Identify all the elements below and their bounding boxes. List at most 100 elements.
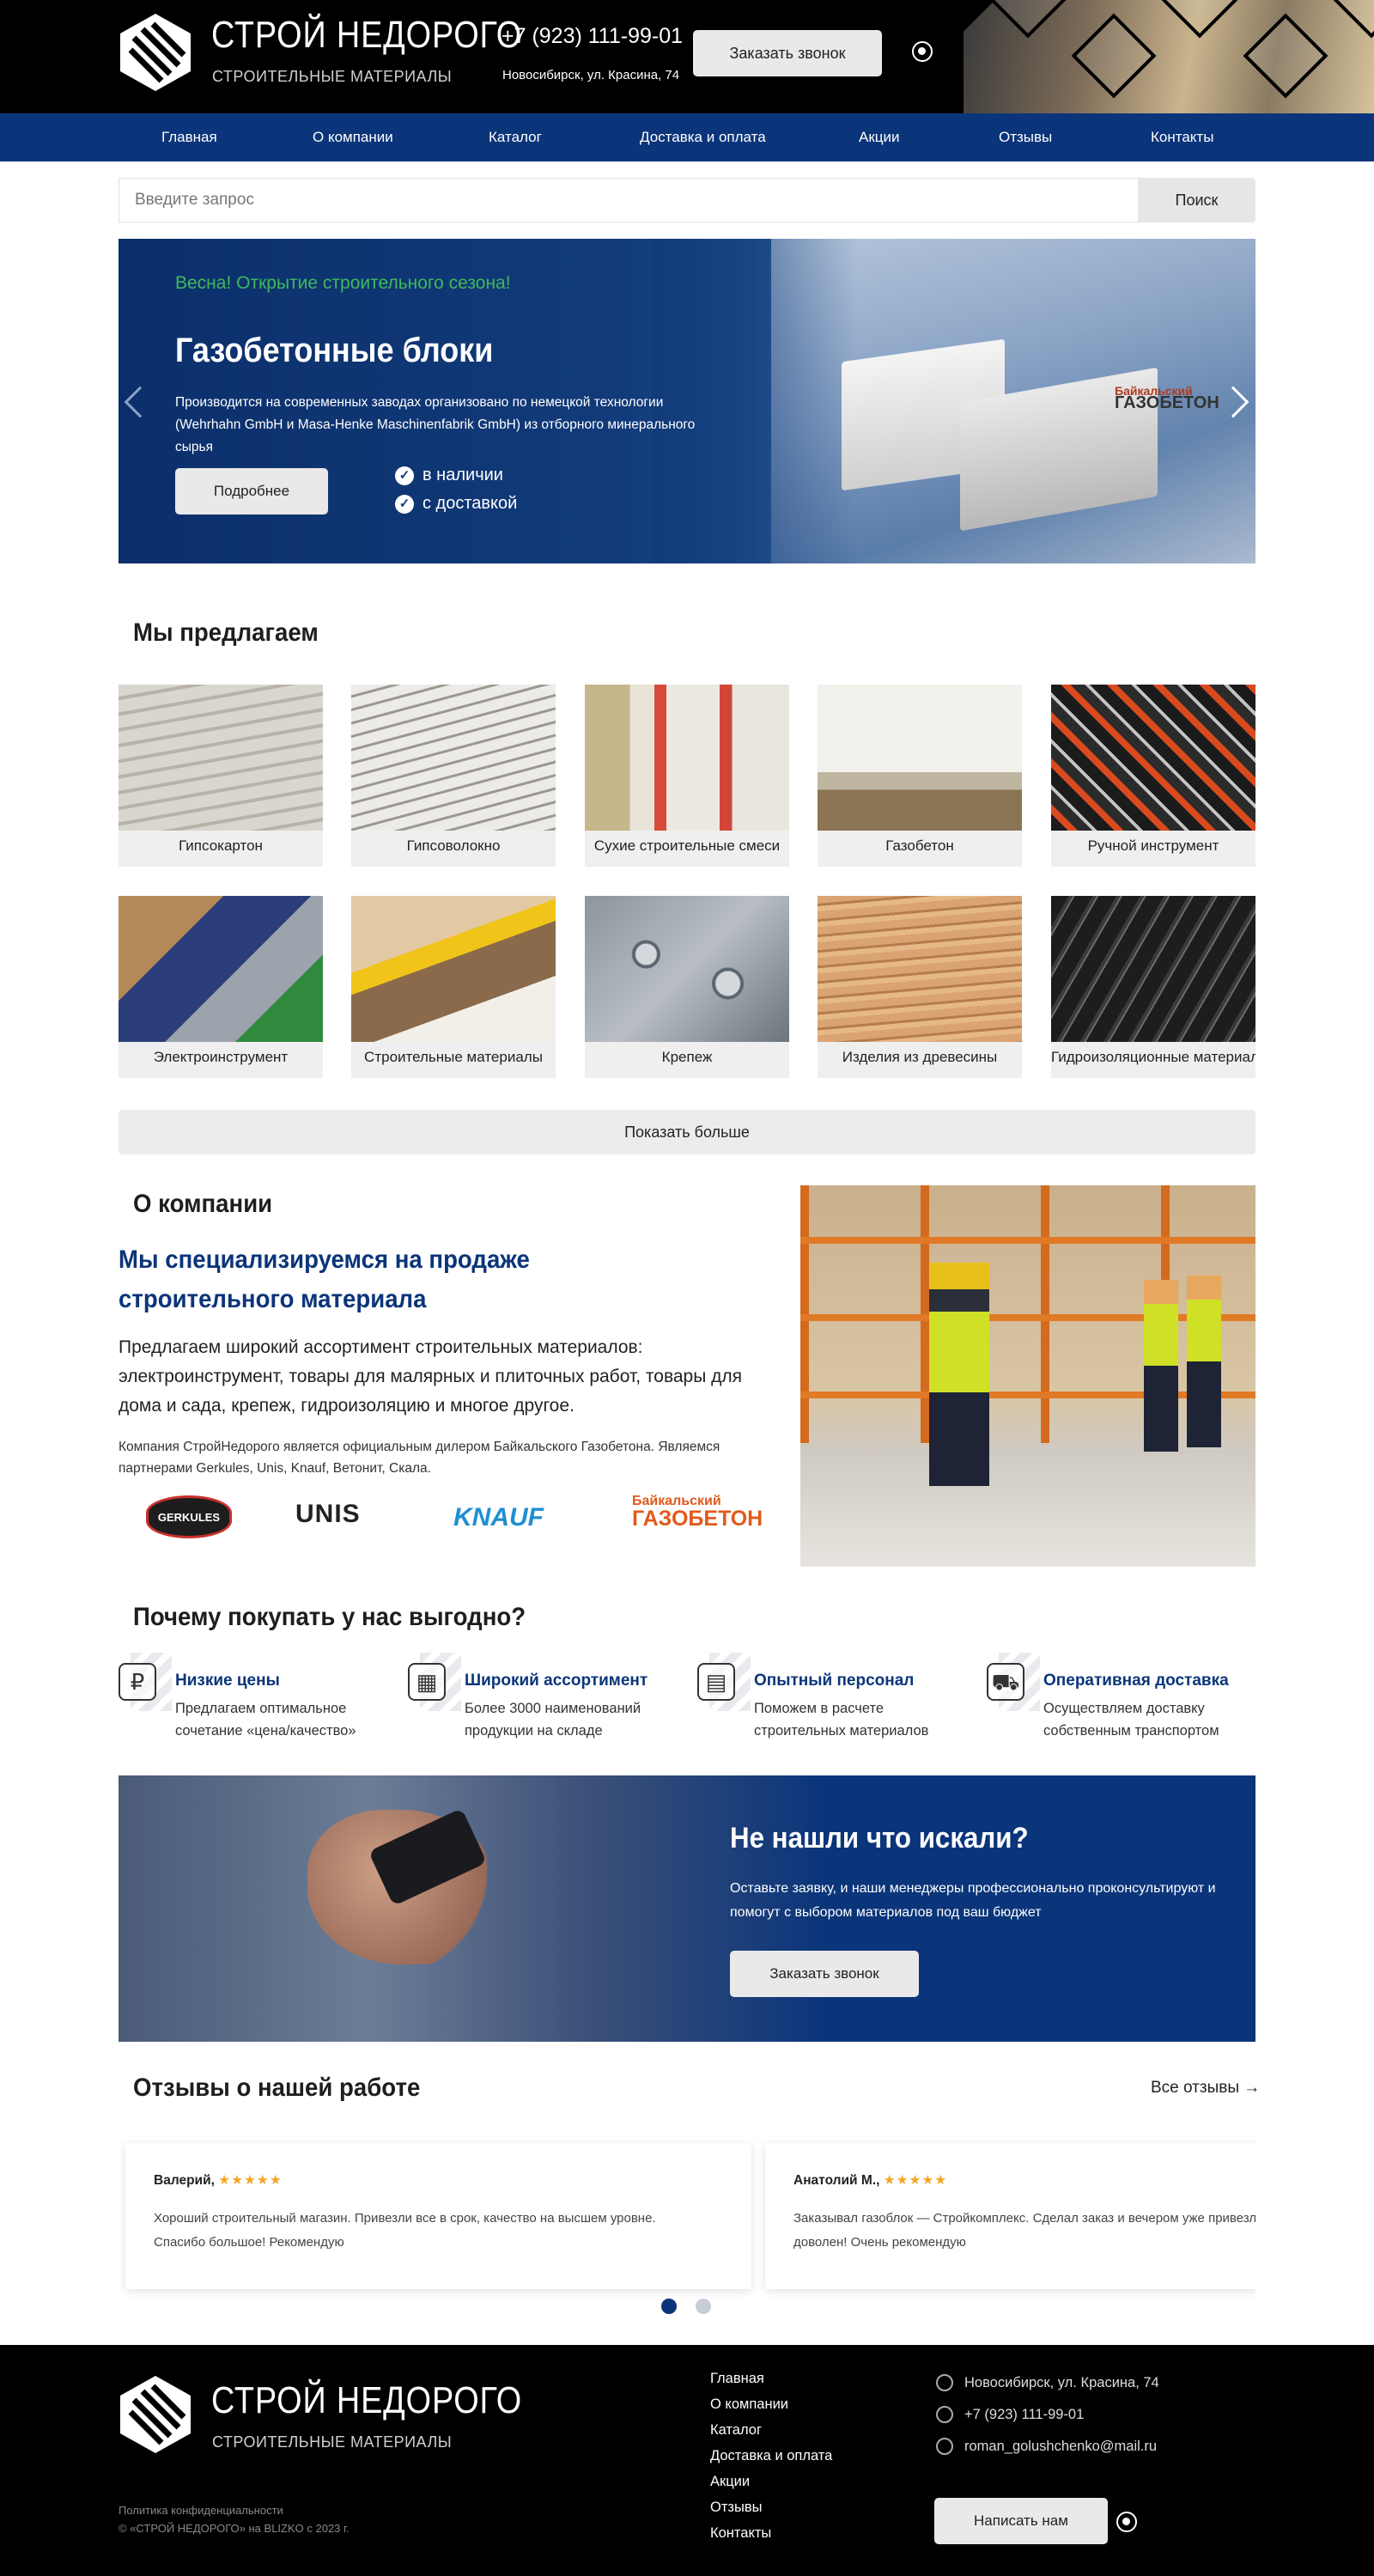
footer-link[interactable]: Акции — [710, 2474, 750, 2490]
main-nav: Главная О компании Каталог Доставка и оп… — [0, 113, 1374, 161]
nav-item-about[interactable]: О компании — [313, 129, 393, 146]
offer-card-image — [585, 685, 789, 831]
nav-item-reviews[interactable]: Отзывы — [999, 129, 1052, 146]
offer-card-image — [818, 685, 1022, 831]
offer-card-building-materials[interactable]: Строительные материалы — [351, 896, 556, 1078]
reviews-viewport: Валерий, ★★★★★ Хороший строительный мага… — [119, 2130, 1255, 2302]
slider-prev-icon[interactable] — [124, 386, 156, 418]
logo-icon[interactable] — [119, 12, 192, 93]
offer-title: Мы предлагаем — [133, 618, 319, 647]
offer-card-image — [1051, 896, 1255, 1042]
about-note: Компания СтройНедорого является официаль… — [119, 1440, 720, 1476]
hero-feature-delivery: ✓ с доставкой — [395, 494, 517, 514]
offer-card-fasteners[interactable]: Крепеж — [585, 896, 789, 1078]
review-card: Валерий, ★★★★★ Хороший строительный мага… — [125, 2143, 751, 2289]
site-footer: СТРОЙ НЕДОРОГО СТРОИТЕЛЬНЫЕ МАТЕРИАЛЫ По… — [0, 2345, 1374, 2576]
why-item-text: Более 3000 наименований продукции на скл… — [465, 1701, 641, 1739]
arrow-right-icon: → — [1243, 2079, 1261, 2097]
reviewer-name: Валерий, — [154, 2173, 215, 2188]
offer-card-dry-mixes[interactable]: Сухие строительные смеси — [585, 685, 789, 867]
warehouse-icon: ▦ — [408, 1653, 463, 1711]
rating-stars-icon: ★★★★★ — [218, 2173, 283, 2188]
offer-card-waterproofing[interactable]: Гидроизоляционные материалы — [1051, 896, 1255, 1078]
offer-card-image — [119, 685, 323, 831]
reviewer-name: Анатолий М., — [793, 2173, 880, 2188]
search-button[interactable]: Поиск — [1138, 178, 1255, 222]
hero-description: Производится на современных заводах орга… — [175, 395, 696, 454]
copyright: © «СТРОЙ НЕДОРОГО» на BLIZKO с 2023 г. — [119, 2522, 350, 2535]
hero-more-button[interactable]: Подробнее — [175, 468, 328, 515]
slider-dot-active[interactable] — [661, 2299, 677, 2314]
review-text: Заказывал газоблок — Стройкомплекс. Сдел… — [793, 2211, 1255, 2250]
offer-card-wood-products[interactable]: Изделия из древесины — [818, 896, 1022, 1078]
callback-button[interactable]: Заказать звонок — [693, 30, 882, 76]
footer-link[interactable]: Контакты — [710, 2525, 771, 2542]
slider-dot[interactable] — [696, 2299, 711, 2314]
footer-link[interactable]: Отзывы — [710, 2500, 762, 2516]
write-us-button[interactable]: Написать нам — [934, 2498, 1108, 2544]
partner-gazobeton-logo: Байкальский ГАЗОБЕТОН — [632, 1494, 763, 1531]
mail-icon — [936, 2438, 953, 2455]
rating-stars-icon: ★★★★★ — [883, 2173, 948, 2188]
why-title: Почему покупать у нас выгодно? — [133, 1603, 526, 1631]
why-item-text: Осуществляем доставку собственным трансп… — [1043, 1701, 1219, 1739]
nav-item-catalog[interactable]: Каталог — [489, 129, 542, 146]
offer-card-label: Гидроизоляционные материалы — [1051, 1049, 1255, 1065]
offer-card-label: Строительные материалы — [364, 1049, 543, 1065]
warehouse-photo — [800, 1185, 1255, 1567]
offer-card-hand-tools[interactable]: Ручной инструмент — [1051, 685, 1255, 867]
about-title: О компании — [133, 1190, 273, 1218]
footer-logo-title: СТРОЙ НЕДОРОГО — [211, 2379, 523, 2421]
about-headline: Мы специализируемся на продаже строитель… — [119, 1245, 530, 1313]
header-materials-image — [964, 0, 1374, 113]
cta-title: Не нашли что искали? — [730, 1822, 1029, 1854]
nav-item-promo[interactable]: Акции — [859, 129, 900, 146]
offer-card-label: Изделия из древесины — [842, 1049, 998, 1065]
offer-card-image — [351, 896, 556, 1042]
phone-icon — [936, 2406, 953, 2423]
offer-card-power-tools[interactable]: Электроинструмент — [119, 896, 323, 1078]
footer-link[interactable]: Главная — [710, 2371, 764, 2387]
footer-link[interactable]: Доставка и оплата — [710, 2448, 832, 2464]
nav-item-contacts[interactable]: Контакты — [1151, 129, 1213, 146]
search-input[interactable] — [119, 178, 1138, 222]
whatsapp-icon[interactable] — [912, 41, 933, 62]
hero-brand-bottom: ГАЗОБЕТОН — [1115, 393, 1219, 412]
footer-logo-subtitle: СТРОИТЕЛЬНЫЕ МАТЕРИАЛЫ — [212, 2433, 453, 2451]
about-lead: Предлагаем широкий ассортимент строитель… — [119, 1337, 743, 1416]
show-more-button[interactable]: Показать больше — [119, 1110, 1255, 1154]
hero-kicker: Весна! Открытие строительного сезона! — [175, 273, 511, 293]
why-item-title: Оперативная доставка — [1043, 1672, 1229, 1690]
offer-card-drywall[interactable]: Гипсокартон — [119, 685, 323, 867]
hero-slider: Байкальский ГАЗОБЕТОН Весна! Открытие ст… — [119, 239, 1255, 563]
offer-card-label: Гипсоволокно — [406, 837, 501, 854]
offer-card-gypsum-fiber[interactable]: Гипсоволокно — [351, 685, 556, 867]
logo-title: СТРОЙ НЕДОРОГО — [211, 14, 523, 56]
truck-icon: ⛟ — [987, 1653, 1042, 1711]
check-icon: ✓ — [395, 494, 414, 514]
nav-item-delivery[interactable]: Доставка и оплата — [640, 129, 766, 146]
all-reviews-link[interactable]: Все отзывы → — [1151, 2079, 1260, 2098]
header-address: Новосибирск, ул. Красина, 74 — [502, 68, 680, 82]
footer-link[interactable]: О компании — [710, 2396, 788, 2413]
partner-gerkules-logo: GERKULES — [146, 1495, 232, 1538]
hero-feature-stock: ✓ в наличии — [395, 466, 503, 485]
check-icon: ✓ — [395, 466, 414, 485]
whatsapp-icon[interactable] — [1116, 2512, 1137, 2532]
why-item-title: Низкие цены — [175, 1672, 280, 1690]
header-phone[interactable]: +7 (923) 111-99-01 — [502, 24, 683, 49]
offer-card-image — [585, 896, 789, 1042]
offer-card-image — [1051, 685, 1255, 831]
offer-card-aerated-concrete[interactable]: Газобетон — [818, 685, 1022, 867]
privacy-policy-link[interactable]: Политика конфиденциальности — [119, 2504, 283, 2517]
calculator-icon: ▤ — [697, 1653, 752, 1711]
offer-card-image — [351, 685, 556, 831]
footer-phone[interactable]: +7 (923) 111-99-01 — [964, 2407, 1084, 2423]
footer-link[interactable]: Каталог — [710, 2422, 762, 2439]
footer-logo-icon[interactable] — [119, 2374, 192, 2455]
cta-callback-button[interactable]: Заказать звонок — [730, 1951, 919, 1997]
location-icon — [936, 2374, 953, 2391]
footer-email[interactable]: roman_golushchenko@mail.ru — [964, 2439, 1157, 2455]
nav-item-home[interactable]: Главная — [161, 129, 217, 146]
offer-card-label: Гипсокартон — [179, 837, 263, 854]
